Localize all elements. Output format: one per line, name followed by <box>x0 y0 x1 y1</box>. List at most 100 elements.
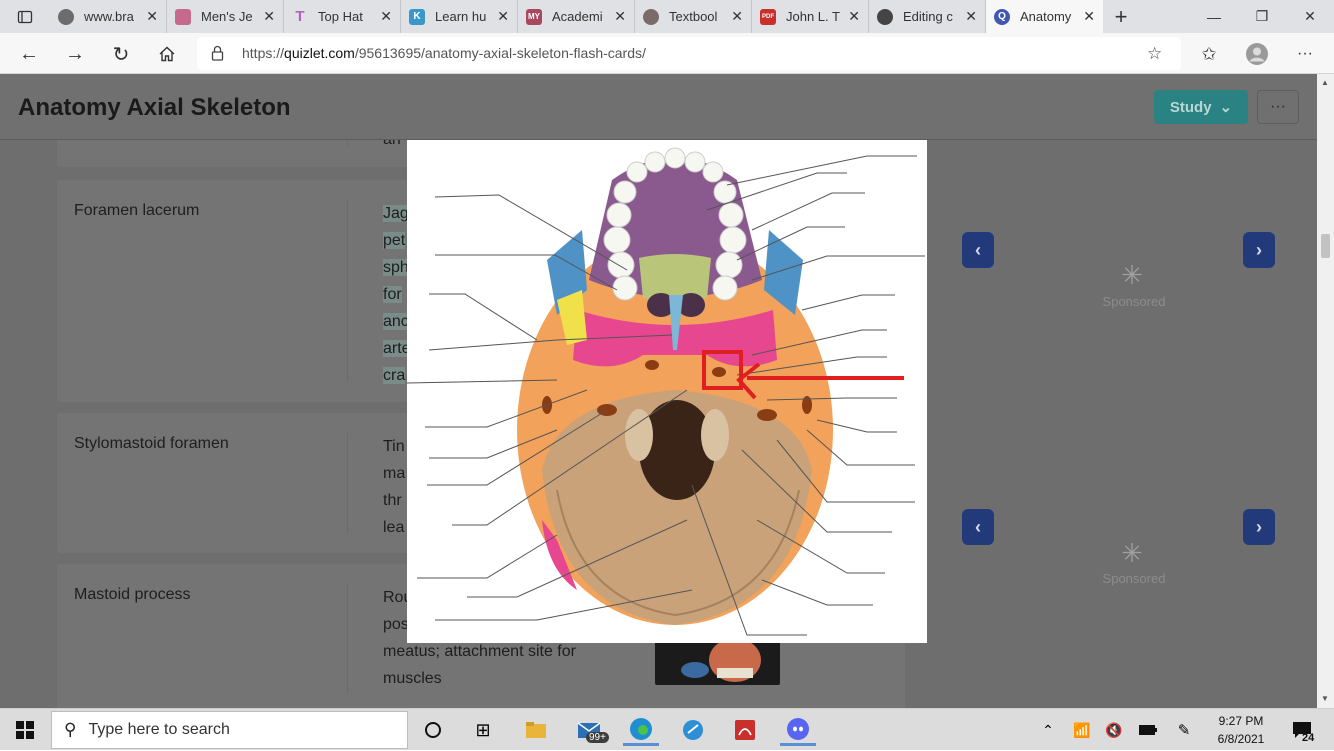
search-placeholder: Type here to search <box>88 721 230 738</box>
url-text: https://quizlet.com/95613695/anatomy-axi… <box>242 45 646 61</box>
scroll-up-icon[interactable]: ▲ <box>1321 78 1329 87</box>
tab-favicon-icon: T <box>295 8 305 25</box>
taskbar-search-input[interactable]: ⚲ Type here to search <box>51 711 408 749</box>
card-term: Foramen lacerum <box>74 202 200 219</box>
task-view-icon[interactable]: ⊞ <box>465 714 501 746</box>
minimize-icon[interactable]: — <box>1190 0 1238 33</box>
forward-arrow-icon[interactable]: → <box>60 39 90 69</box>
tab-label: Anatomy <box>1020 9 1072 24</box>
search-icon: ⚲ <box>64 720 77 739</box>
tab-favicon-icon: K <box>409 8 425 25</box>
browser-tab[interactable]: MY Academi ✕ <box>518 0 635 33</box>
wifi-icon[interactable]: 📶 <box>1064 714 1100 746</box>
restore-icon[interactable]: ❐ <box>1238 0 1286 33</box>
address-bar-row: ← → ↻ https://quizlet.com/95613695/anato… <box>0 33 1334 74</box>
quizlet-icon: Q <box>994 8 1010 25</box>
pen-icon[interactable]: ✎ <box>1166 714 1202 746</box>
card-divider <box>347 200 348 382</box>
browser-tab[interactable]: Editing c ✕ <box>869 0 986 33</box>
scroll-down-icon[interactable]: ▼ <box>1321 694 1329 703</box>
settings-more-icon[interactable]: ··· <box>1290 39 1320 69</box>
close-icon[interactable]: ✕ <box>1083 8 1095 25</box>
sponsored-label: Sponsored <box>1102 294 1166 309</box>
close-icon[interactable]: ✕ <box>263 8 275 25</box>
skull-inferior-view-diagram <box>406 147 925 636</box>
study-button[interactable]: Study ⌄ <box>1154 90 1248 124</box>
tab-label: Men's Je <box>201 9 253 24</box>
close-window-icon[interactable]: ✕ <box>1286 0 1334 33</box>
browser-tab[interactable]: PDF John L. T ✕ <box>752 0 869 33</box>
clock-date: 6/8/2021 <box>1217 732 1265 746</box>
profile-avatar[interactable] <box>1242 39 1272 69</box>
browser-tab-active[interactable]: Q Anatomy ✕ <box>986 0 1103 33</box>
browser-tab-strip: www.bra ✕ Men's Je ✕ T Top Hat ✕ K Learn hu ✕ … <box>0 0 1334 33</box>
tab-label: Learn hu <box>435 9 487 24</box>
set-header: Anatomy Axial Skeleton Study ⌄ ··· <box>0 74 1317 140</box>
loading-spinner-icon: ✳ <box>1121 260 1143 290</box>
tab-actions-icon[interactable] <box>0 0 50 33</box>
loading-spinner-icon: ✳ <box>1121 538 1143 568</box>
mail-badge: 99+ <box>586 732 609 743</box>
home-icon[interactable] <box>152 39 182 69</box>
chevron-right-icon[interactable]: › <box>1243 232 1275 268</box>
enlarged-image-modal[interactable] <box>406 140 927 643</box>
card-term: Stylomastoid foramen <box>74 435 229 452</box>
close-icon[interactable]: ✕ <box>614 8 626 25</box>
chevron-down-icon: ⌄ <box>1219 99 1233 116</box>
volume-muted-icon[interactable]: 🔇 <box>1096 714 1132 746</box>
card-divider <box>347 433 348 533</box>
chevron-left-icon[interactable]: ‹ <box>962 232 994 268</box>
lock-icon[interactable] <box>211 45 224 66</box>
new-tab-button[interactable]: + <box>1103 0 1139 33</box>
study-label: Study <box>1169 98 1212 116</box>
tab-label: Textbool <box>669 9 718 24</box>
system-clock[interactable]: 9:27 PM 6/8/2021 <box>1205 712 1277 748</box>
browser-tab[interactable]: Textbool ✕ <box>635 0 752 33</box>
close-icon[interactable]: ✕ <box>146 8 158 25</box>
battery-icon[interactable] <box>1130 714 1166 746</box>
acrobat-icon[interactable] <box>727 714 763 746</box>
card-term: Mastoid process <box>74 586 191 603</box>
url-field[interactable]: https://quizlet.com/95613695/anatomy-axi… <box>197 37 1181 70</box>
tab-label: Top Hat <box>318 9 363 24</box>
browser-tab[interactable]: www.bra ✕ <box>50 0 167 33</box>
chevron-right-icon[interactable]: › <box>1243 509 1275 545</box>
browser-tab[interactable]: T Top Hat ✕ <box>284 0 401 33</box>
tab-favicon-icon <box>643 8 659 25</box>
close-icon[interactable]: ✕ <box>731 8 743 25</box>
browser-tab[interactable]: K Learn hu ✕ <box>401 0 518 33</box>
close-icon[interactable]: ✕ <box>380 8 392 25</box>
more-options-button[interactable]: ··· <box>1257 90 1299 124</box>
close-icon[interactable]: ✕ <box>848 8 860 25</box>
browser-app-icon[interactable] <box>675 714 711 746</box>
chevron-left-icon[interactable]: ‹ <box>962 509 994 545</box>
add-favorite-star-icon[interactable]: ☆ <box>1147 44 1162 64</box>
sponsored-label: Sponsored <box>1102 571 1166 586</box>
chevron-up-icon[interactable]: ⌃ <box>1030 714 1066 746</box>
pdf-icon: PDF <box>760 8 776 25</box>
favorites-icon[interactable]: ✩ <box>1194 39 1224 69</box>
tab-favicon-icon: MY <box>526 8 542 25</box>
close-icon[interactable]: ✕ <box>497 8 509 25</box>
windows-start-icon[interactable] <box>0 709 50 751</box>
mail-icon[interactable]: 99+ <box>572 714 609 746</box>
tab-label: www.bra <box>84 9 134 24</box>
edge-browser-icon[interactable] <box>623 714 659 746</box>
card-divider <box>347 584 348 694</box>
scroll-thumb[interactable] <box>1321 234 1330 258</box>
close-icon[interactable]: ✕ <box>965 8 977 25</box>
card-image-thumbnail[interactable] <box>655 640 780 685</box>
refresh-icon[interactable]: ↻ <box>106 39 136 69</box>
tab-label: Academi <box>552 9 603 24</box>
clock-time: 9:27 PM <box>1218 714 1264 728</box>
discord-icon[interactable] <box>780 714 816 746</box>
page-scrollbar[interactable]: ▲ ▼ <box>1317 74 1334 708</box>
page-title: Anatomy Axial Skeleton <box>18 94 291 121</box>
back-arrow-icon[interactable]: ← <box>14 39 44 69</box>
file-explorer-icon[interactable] <box>518 714 554 746</box>
tab-favicon-icon <box>877 8 893 25</box>
cortana-icon[interactable] <box>415 714 451 746</box>
browser-tab[interactable]: Men's Je ✕ <box>167 0 284 33</box>
notification-icon[interactable]: 24 <box>1284 714 1320 746</box>
ad-carousel: ‹ › ✳ Sponsored <box>932 501 1317 708</box>
